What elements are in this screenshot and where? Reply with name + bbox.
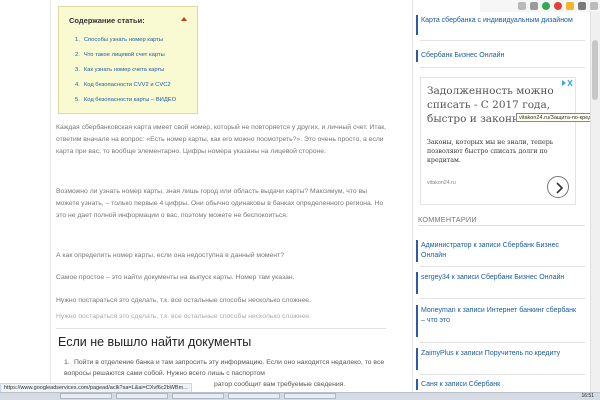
- toc-item[interactable]: 2. Что такое лицевой счет карты: [75, 48, 176, 63]
- toc-item-label[interactable]: Что такое лицевой счет карты: [84, 52, 165, 58]
- sidebar-accent-bar: [416, 15, 418, 35]
- chevron-right-icon: [556, 182, 564, 194]
- extension-red-icon[interactable]: [554, 2, 562, 10]
- sidebar-accent-bar: [416, 348, 418, 370]
- article-paragraph-duplicate: Нужно постараться это сделать, т.к. все …: [56, 313, 311, 320]
- taskbar-button[interactable]: [60, 393, 112, 399]
- sidebar-separator: [420, 374, 585, 375]
- toc-item[interactable]: 5. Код безопасности карты – ВИДЕО: [75, 93, 176, 108]
- toc-item-label[interactable]: Как узнать номер счета карты: [84, 67, 164, 73]
- extension-toolbar: [480, 0, 600, 12]
- article-paragraph: А как определить номер карты, если она н…: [56, 252, 284, 259]
- comment-item[interactable]: Саня к записи Сбербанк: [421, 380, 581, 390]
- menu-icon[interactable]: [518, 2, 526, 10]
- scrollbar-thumb[interactable]: [592, 40, 598, 100]
- sidebar-accent-bar: [416, 379, 418, 390]
- sidebar-accent-bar: [416, 272, 418, 294]
- sidebar-separator: [420, 342, 585, 343]
- toc-item[interactable]: 4. Код безопасности CVV2 и CVC2: [75, 78, 176, 93]
- comment-item[interactable]: ZaimyPlus к записи Поручитель по кредиту: [421, 349, 581, 359]
- article-paragraph: Самое простое – это найти документы на в…: [56, 274, 295, 281]
- toc-item-label[interactable]: Способы узнать номер карты: [84, 37, 163, 43]
- sidebar-separator: [420, 40, 585, 41]
- toc-item-label[interactable]: Код безопасности карты – ВИДЕО: [84, 97, 176, 103]
- table-of-contents: Содержание статьи: 1. Способы узнать номе…: [58, 6, 198, 114]
- extension-gray-icon[interactable]: [578, 2, 586, 10]
- toc-collapse-icon[interactable]: [181, 17, 187, 21]
- extension-icon[interactable]: [590, 2, 598, 10]
- step-item: 1. Пойти в отделение банка и там запросит…: [64, 359, 385, 377]
- comments-divider: [418, 225, 585, 226]
- system-clock: 16:51: [581, 393, 594, 399]
- extension-green-icon[interactable]: [542, 2, 550, 10]
- comment-item[interactable]: Администратор к записи Сбербанк Бизнес О…: [421, 241, 581, 261]
- ad-body: Законы, которых мы не знали, теперь позв…: [427, 139, 554, 164]
- toc-item[interactable]: 3. Как узнать номер счета карты: [75, 63, 176, 78]
- toc-item-label[interactable]: Код безопасности CVV2 и CVC2: [84, 82, 171, 88]
- sidebar-accent-bar: [416, 305, 418, 337]
- comment-item[interactable]: sergey34 к записи Сбербанк Бизнес Онлайн: [421, 273, 581, 283]
- extension-icon[interactable]: [530, 2, 538, 10]
- article-paragraph: Нужно постараться это сделать, т.к. все …: [56, 297, 311, 304]
- sidebar-separator: [420, 67, 585, 68]
- toc-title: Содержание статьи:: [69, 16, 145, 25]
- ad-banner[interactable]: Задолженность можно списать - С 2017 год…: [420, 77, 600, 205]
- article-paragraph: Возможно ли узнать номер карты, зная лиш…: [56, 188, 384, 219]
- taskbar-button[interactable]: [228, 393, 280, 399]
- ad-arrow-button[interactable]: [547, 176, 569, 198]
- taskbar-button[interactable]: [284, 393, 336, 399]
- taskbar-button[interactable]: [116, 393, 168, 399]
- comment-item[interactable]: Moneyman к записи Интернет банкинг сберб…: [421, 306, 581, 326]
- taskbar-button[interactable]: [172, 393, 224, 399]
- article-paragraph: Каждая сбербанковская карта имеет свой н…: [56, 124, 387, 155]
- section-heading: Если не вышло найти документы: [58, 335, 252, 349]
- sidebar-link[interactable]: Карта сбербанка с индивидуальным дизайно…: [421, 16, 581, 26]
- browser-viewport: Содержание статьи: 1. Способы узнать номе…: [0, 0, 600, 400]
- toc-item[interactable]: 1. Способы узнать номер карты: [75, 33, 176, 48]
- step-text: Пойти в отделение банка и там запросить …: [64, 359, 385, 377]
- sidebar-accent-bar: [416, 50, 418, 62]
- section-divider: [56, 328, 386, 329]
- sidebar-separator: [420, 266, 585, 267]
- extension-yellow-icon[interactable]: [566, 2, 574, 10]
- comments-title: КОММЕНТАРИИ: [418, 215, 477, 224]
- sidebar-link[interactable]: Сбербанк Бизнес Онлайн: [421, 51, 581, 61]
- ad-url-tooltip: vitakon24.ru/Защита-по-кредитам: [516, 113, 600, 122]
- sidebar-separator: [420, 298, 585, 299]
- sidebar-accent-bar: [416, 240, 418, 262]
- ad-domain[interactable]: vitakon24.ru: [427, 180, 456, 186]
- toc-list: 1. Способы узнать номер карты 2. Что такое…: [75, 33, 176, 108]
